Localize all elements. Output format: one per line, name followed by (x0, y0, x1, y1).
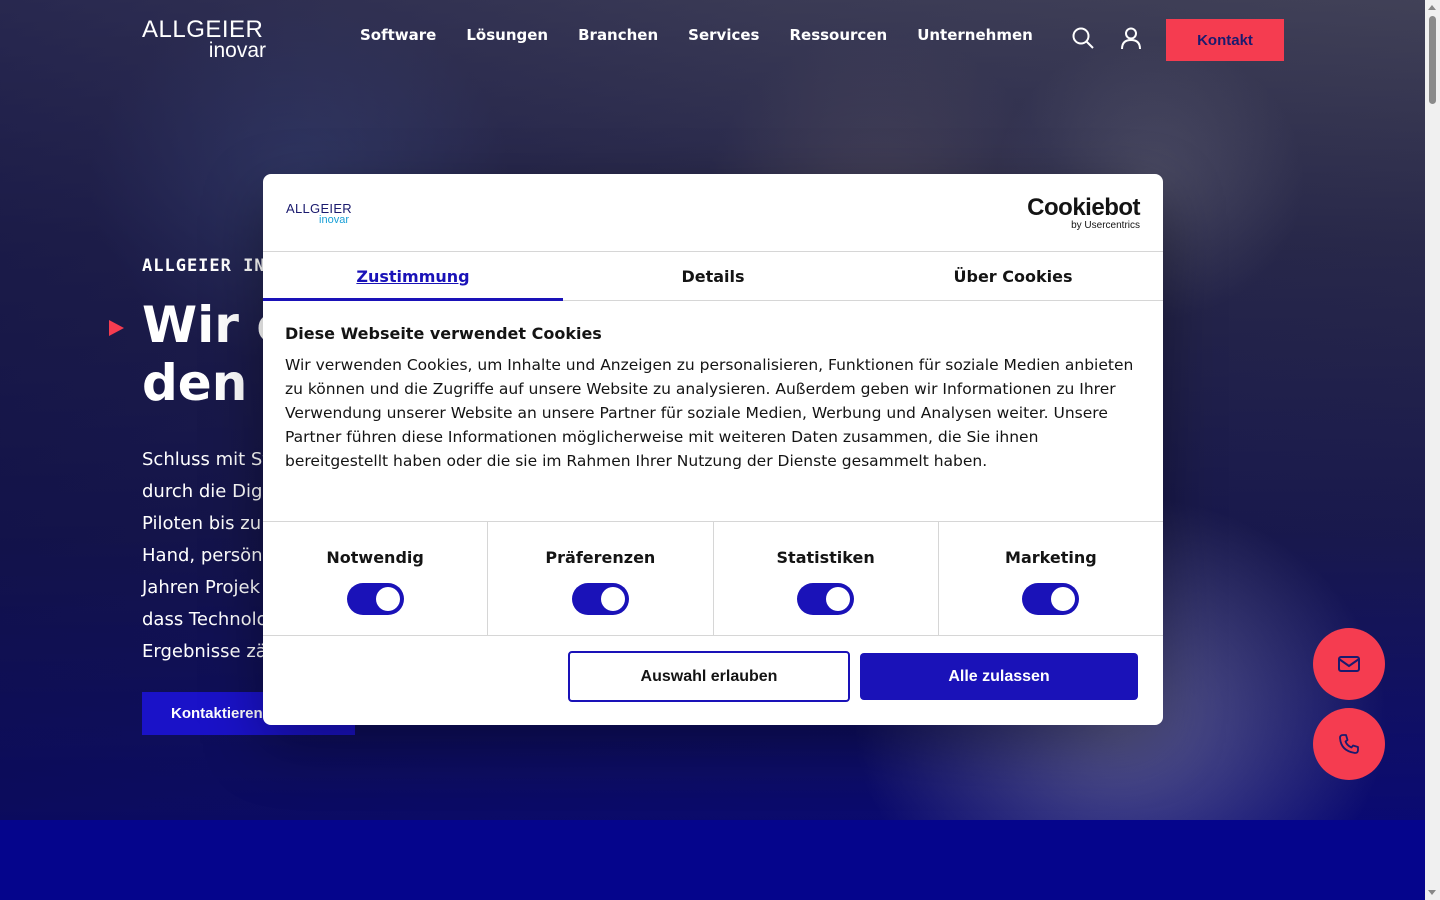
dialog-header: ALLGEIER inovar Cookiebot by Usercentric… (263, 174, 1163, 252)
cookiebot-by: by Usercentrics (1071, 220, 1140, 231)
tab-label: Details (681, 266, 745, 286)
user-icon[interactable] (1119, 26, 1143, 50)
dialog-tabs: Zustimmung Details Über Cookies (263, 252, 1163, 301)
dialog-title: Diese Webseite verwendet Cookies (285, 324, 602, 343)
tab-details[interactable]: Details (563, 252, 863, 300)
scroll-thumb[interactable] (1429, 16, 1436, 104)
nav-item-services[interactable]: Services (688, 26, 759, 44)
phone-icon (1339, 734, 1359, 754)
category-label: Präferenzen (545, 548, 656, 567)
nav-item-loesungen[interactable]: Lösungen (466, 26, 548, 44)
allow-selection-button[interactable]: Auswahl erlauben (568, 651, 850, 702)
scroll-down-arrow[interactable] (1428, 890, 1436, 895)
dialog-text: Wir verwenden Cookies, um Inhalte und An… (285, 356, 1134, 470)
category-marketing: Marketing (939, 522, 1163, 635)
category-label: Statistiken (776, 548, 875, 567)
mail-icon (1338, 656, 1360, 672)
mail-button[interactable] (1313, 628, 1385, 700)
cookiebot-logo[interactable]: Cookiebot by Usercentrics (1027, 196, 1140, 231)
main-nav: Software Lösungen Branchen Services Ress… (360, 26, 1063, 44)
category-label: Notwendig (326, 548, 424, 567)
dialog-body: Diese Webseite verwendet Cookies Wir ver… (285, 324, 1135, 473)
cookie-categories: Notwendig Präferenzen Statistiken Market… (263, 521, 1163, 636)
search-icon[interactable] (1071, 26, 1095, 50)
nav-item-software[interactable]: Software (360, 26, 436, 44)
toggle-notwendig[interactable] (346, 583, 404, 615)
contact-button[interactable]: Kontakt (1166, 19, 1284, 61)
hero-eyebrow: ALLGEIER IN (142, 256, 266, 276)
play-arrow-icon (109, 320, 124, 336)
tab-zustimmung[interactable]: Zustimmung (263, 252, 563, 301)
lower-section-band (0, 820, 1425, 900)
category-statistiken: Statistiken (714, 522, 939, 635)
logo-wordmark-bottom: inovar (208, 39, 266, 62)
cookiebot-name: Cookiebot (1027, 194, 1140, 221)
tab-ueber-cookies[interactable]: Über Cookies (863, 252, 1163, 300)
cookie-consent-dialog: ALLGEIER inovar Cookiebot by Usercentric… (263, 174, 1163, 725)
page-scrollbar[interactable] (1425, 0, 1440, 900)
nav-item-ressourcen[interactable]: Ressourcen (789, 26, 887, 44)
toggle-marketing[interactable] (1022, 583, 1080, 615)
phone-button[interactable] (1313, 708, 1385, 780)
nav-item-branchen[interactable]: Branchen (578, 26, 658, 44)
category-praeferenzen: Präferenzen (488, 522, 714, 635)
site-logo[interactable]: ALLGEIER inovar (142, 18, 272, 62)
category-notwendig: Notwendig (263, 522, 489, 635)
toggle-statistiken[interactable] (797, 583, 855, 615)
toggle-praeferenzen[interactable] (571, 583, 629, 615)
allow-all-button[interactable]: Alle zulassen (860, 653, 1138, 700)
category-label: Marketing (1005, 548, 1097, 567)
nav-item-unternehmen[interactable]: Unternehmen (917, 26, 1033, 44)
dialog-logo-bottom: inovar (319, 214, 349, 226)
scroll-up-arrow[interactable] (1428, 5, 1436, 10)
dialog-site-logo: ALLGEIER inovar (286, 202, 352, 226)
tab-label: Zustimmung (356, 266, 470, 286)
tab-label: Über Cookies (953, 266, 1073, 286)
